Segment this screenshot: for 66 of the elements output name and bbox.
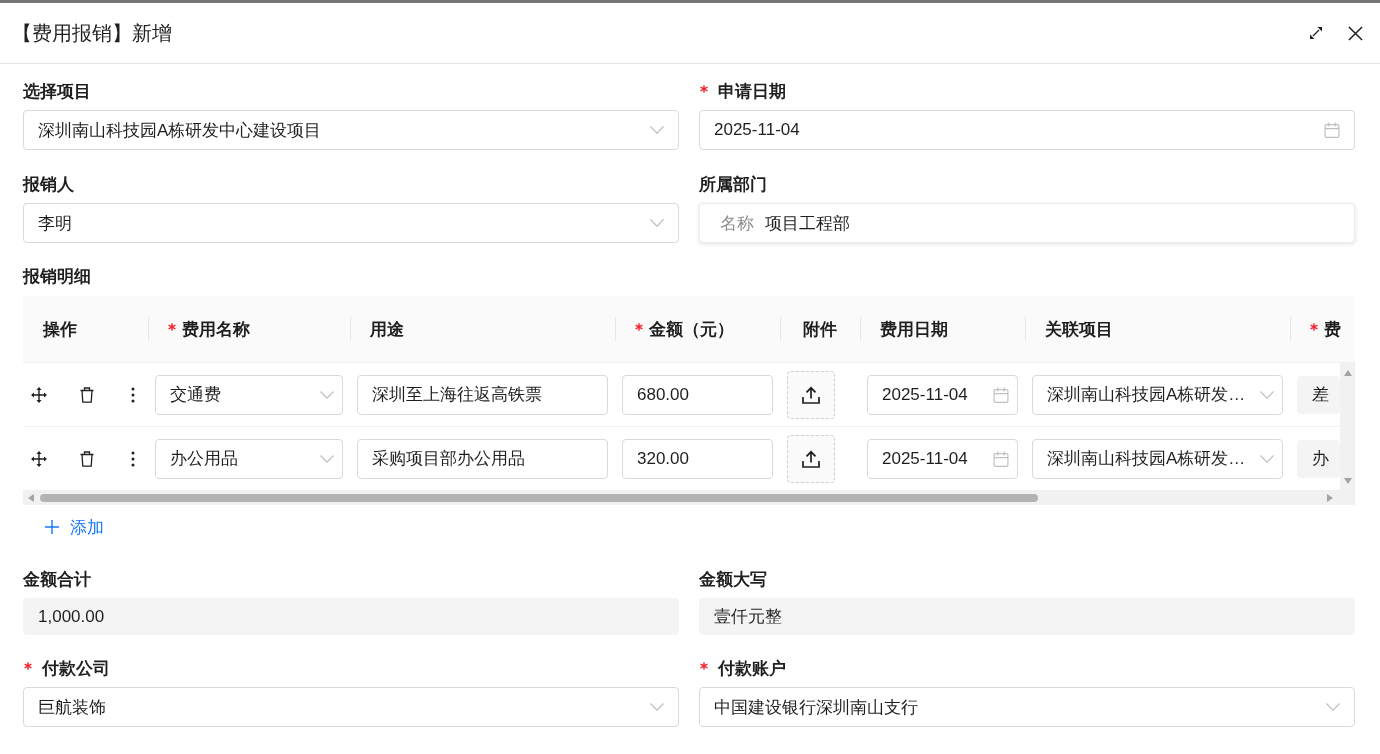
field-label: 付款公司 xyxy=(42,657,110,680)
readonly-field: 差 xyxy=(1297,375,1340,414)
input-field[interactable]: 深圳至上海往返高铁票 xyxy=(357,374,608,415)
chevron-down-icon xyxy=(320,390,334,399)
date-field[interactable]: 2025-11-04 xyxy=(699,110,1355,150)
select-field[interactable]: 李明 xyxy=(23,203,679,243)
calendar-icon xyxy=(993,450,1009,467)
trash-icon[interactable] xyxy=(80,450,94,467)
column-header: 附件 xyxy=(803,318,837,341)
select-field[interactable]: 办公用品 xyxy=(155,438,343,479)
column-header: 费用名称 xyxy=(182,318,250,341)
select-field[interactable]: 中国建设银行深圳南山支行 xyxy=(699,687,1355,727)
field-label: 金额大写 xyxy=(699,568,767,591)
close-icon[interactable] xyxy=(1348,25,1363,41)
field-label: 选择项目 xyxy=(23,80,91,103)
field-label: 报销人 xyxy=(23,173,74,196)
upload-button[interactable] xyxy=(787,434,835,483)
input-field[interactable]: 320.00 xyxy=(622,438,773,479)
field-label: 所属部门 xyxy=(699,173,767,196)
input-field[interactable]: 名称 项目工程部 xyxy=(699,203,1355,243)
date-field[interactable]: 2025-11-04 xyxy=(867,438,1018,479)
column-header: 用途 xyxy=(370,318,404,341)
field-prefix: 名称 xyxy=(720,212,754,235)
field-label: 金额合计 xyxy=(23,568,91,591)
readonly-field: 办 xyxy=(1297,439,1340,478)
more-icon[interactable] xyxy=(131,386,135,403)
more-icon[interactable] xyxy=(131,450,135,467)
move-icon[interactable] xyxy=(31,450,47,467)
chevron-down-icon xyxy=(1260,390,1274,399)
date-field[interactable]: 2025-11-04 xyxy=(867,374,1018,415)
add-button[interactable]: 添加 xyxy=(45,512,104,542)
column-header: 关联项目 xyxy=(1045,318,1113,341)
input-field[interactable]: 680.00 xyxy=(622,374,773,415)
upload-button[interactable] xyxy=(787,370,835,419)
expand-icon[interactable] xyxy=(1310,27,1322,39)
scrollbar-thumb[interactable] xyxy=(40,494,1038,502)
column-header: 操作 xyxy=(43,318,77,341)
dialog-title: 【费用报销】新增 xyxy=(12,20,172,46)
move-icon[interactable] xyxy=(31,386,47,403)
chevron-down-icon xyxy=(650,703,664,711)
upload-icon xyxy=(802,385,820,404)
input-field[interactable]: 采购项目部办公用品 xyxy=(357,438,608,479)
column-header: 金额（元） xyxy=(649,318,734,341)
horizontal-scrollbar[interactable] xyxy=(23,491,1355,505)
select-field[interactable]: 深圳南山科技园A栋研发中心建设项目 xyxy=(23,110,679,150)
readonly-field: 壹仟元整 xyxy=(699,598,1355,635)
column-header: 费用日期 xyxy=(880,318,948,341)
select-field[interactable]: 深圳南山科技园A栋研发… xyxy=(1032,374,1283,415)
select-field[interactable]: 交通费 xyxy=(155,374,343,415)
chevron-down-icon xyxy=(320,454,334,463)
calendar-icon xyxy=(993,386,1009,403)
field-label: 付款账户 xyxy=(718,657,786,680)
column-header: 费 xyxy=(1324,318,1341,341)
chevron-down-icon xyxy=(650,219,664,227)
chevron-down-icon xyxy=(650,126,664,134)
select-field[interactable]: 深圳南山科技园A栋研发… xyxy=(1032,438,1283,479)
upload-icon xyxy=(802,449,820,468)
calendar-icon xyxy=(1324,122,1340,138)
trash-icon[interactable] xyxy=(80,386,94,403)
readonly-field: 1,000.00 xyxy=(23,598,679,635)
select-field[interactable]: 巨航装饰 xyxy=(23,687,679,727)
section-title: 报销明细 xyxy=(23,266,91,288)
chevron-down-icon xyxy=(1326,703,1340,711)
field-label: 申请日期 xyxy=(718,80,786,103)
chevron-down-icon xyxy=(1260,454,1274,463)
plus-icon xyxy=(45,520,59,534)
